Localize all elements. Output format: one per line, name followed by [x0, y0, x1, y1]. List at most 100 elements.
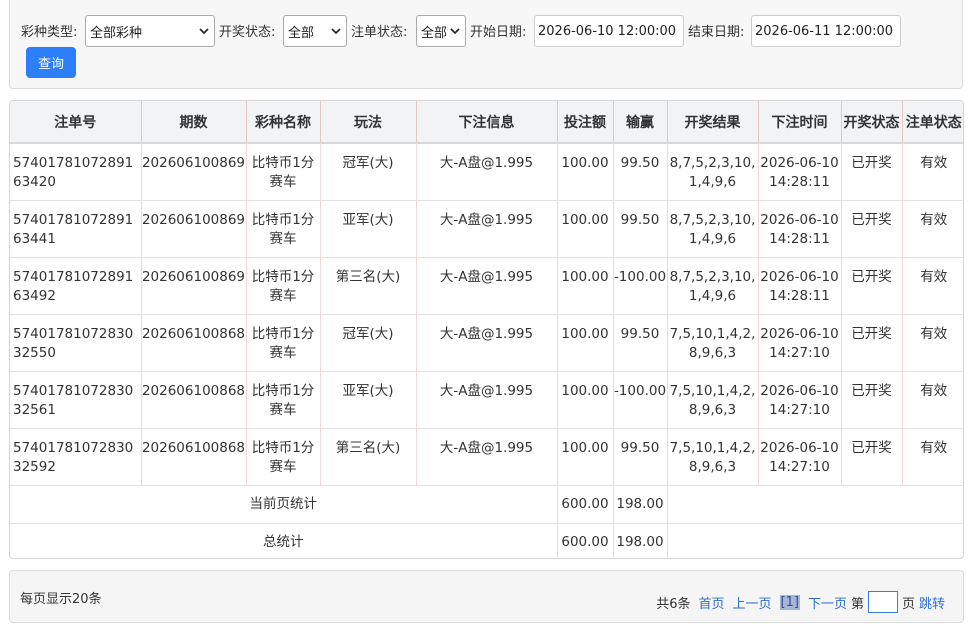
current-page[interactable]: [1]	[779, 594, 800, 610]
lottery-name: 比特币1分赛车	[246, 428, 321, 486]
win-loss: -100.00	[613, 257, 668, 315]
play: 第三名(大)	[320, 428, 417, 486]
bet-info: 大-A盘@1.995	[416, 428, 558, 486]
end-date-input[interactable]: 2026-06-11 12:00:00	[751, 15, 901, 47]
bet-info: 大-A盘@1.995	[416, 371, 558, 429]
page-total-label: 当前页统计	[10, 485, 558, 524]
chevron-down-icon	[331, 28, 341, 35]
table-row: 5740178107283032550 202606100868 比特币1分赛车…	[10, 314, 963, 372]
bet-time: 2026-06-10 14:28:11	[758, 143, 842, 201]
first-page-link[interactable]: 首页	[698, 593, 724, 612]
issue: 202606100868	[141, 371, 247, 429]
issue: 202606100868	[141, 428, 247, 486]
draw-result: 8,7,5,2,3,10,1,4,9,6	[667, 257, 759, 315]
bet-time: 2026-06-10 14:27:10	[758, 314, 842, 372]
grand-total-empty	[667, 523, 963, 558]
amount: 100.00	[557, 200, 614, 258]
order-status: 有效	[902, 371, 963, 429]
bet-time: 2026-06-10 14:27:10	[758, 371, 842, 429]
play: 亚军(大)	[320, 200, 417, 258]
order-no: 5740178107289163492	[10, 257, 142, 315]
draw-status: 已开奖	[841, 428, 903, 486]
play: 冠军(大)	[320, 143, 417, 201]
amount: 100.00	[557, 257, 614, 315]
play: 冠军(大)	[320, 314, 417, 372]
page-total-row: 当前页统计 600.00 198.00	[10, 485, 963, 524]
lottery-type-select[interactable]: 全部彩种	[85, 15, 215, 47]
page-total-win-loss: 198.00	[613, 485, 668, 524]
grand-total-win-loss: 198.00	[613, 523, 668, 558]
order-status: 有效	[902, 143, 963, 201]
draw-status-label: 开奖状态:	[219, 25, 276, 40]
goto-prefix: 第	[850, 596, 864, 612]
order-no: 5740178107283032550	[10, 314, 142, 372]
bet-info: 大-A盘@1.995	[416, 257, 558, 315]
prev-page-link[interactable]: 上一页	[733, 593, 772, 612]
draw-status: 已开奖	[841, 314, 903, 372]
order-status: 有效	[902, 200, 963, 258]
win-loss: 99.50	[613, 200, 668, 258]
bet-info: 大-A盘@1.995	[416, 314, 558, 372]
query-button[interactable]: 查询	[26, 47, 76, 78]
bet-time: 2026-06-10 14:28:11	[758, 257, 842, 315]
start-date-label: 开始日期:	[470, 25, 527, 40]
table-row: 5740178107289163420 202606100869 比特币1分赛车…	[10, 143, 963, 201]
grand-total-label: 总统计	[10, 523, 558, 558]
draw-result: 8,7,5,2,3,10,1,4,9,6	[667, 200, 759, 258]
col-amount: 投注额	[557, 101, 614, 144]
draw-status: 已开奖	[841, 200, 903, 258]
goto-page-input[interactable]	[867, 591, 898, 613]
table-header-row: 注单号 期数 彩种名称 玩法 下注信息 投注额 输赢 开奖结果 下注时间 开奖状…	[10, 101, 963, 144]
col-bet-time: 下注时间	[758, 101, 842, 144]
bet-time: 2026-06-10 14:27:10	[758, 428, 842, 486]
chevron-down-icon	[199, 28, 209, 35]
chevron-down-icon	[450, 28, 460, 35]
lottery-name: 比特币1分赛车	[246, 371, 321, 429]
order-no: 5740178107283032561	[10, 371, 142, 429]
pagination-footer: 每页显示20条 共6条 首页 上一页 [1] 下一页 第 页 跳转	[9, 570, 964, 623]
col-play: 玩法	[320, 101, 417, 144]
amount: 100.00	[557, 428, 614, 486]
table-row: 5740178107289163441 202606100869 比特币1分赛车…	[10, 200, 963, 258]
lottery-name: 比特币1分赛车	[246, 257, 321, 315]
win-loss: 99.50	[613, 314, 668, 372]
table-row: 5740178107289163492 202606100869 比特币1分赛车…	[10, 257, 963, 315]
lottery-name: 比特币1分赛车	[246, 314, 321, 372]
issue: 202606100868	[141, 314, 247, 372]
play: 亚军(大)	[320, 371, 417, 429]
order-status: 有效	[902, 428, 963, 486]
order-status-select[interactable]: 全部	[416, 15, 466, 47]
order-status: 有效	[902, 314, 963, 372]
bet-records-table: 注单号 期数 彩种名称 玩法 下注信息 投注额 输赢 开奖结果 下注时间 开奖状…	[9, 100, 964, 559]
lottery-type-value: 全部彩种	[90, 25, 143, 41]
end-date-label: 结束日期:	[688, 25, 745, 40]
col-result: 开奖结果	[667, 101, 759, 144]
jump-link[interactable]: 跳转	[919, 593, 945, 612]
start-date-input[interactable]: 2026-06-10 12:00:00	[534, 15, 684, 47]
draw-status-select[interactable]: 全部	[283, 15, 347, 47]
table-row: 5740178107283032592 202606100868 比特币1分赛车…	[10, 428, 963, 486]
amount: 100.00	[557, 143, 614, 201]
order-no: 5740178107289163420	[10, 143, 142, 201]
goto-suffix: 页	[901, 596, 915, 612]
draw-result: 7,5,10,1,4,2,8,9,6,3	[667, 371, 759, 429]
next-page-link[interactable]: 下一页	[808, 593, 847, 612]
col-order-no: 注单号	[10, 101, 142, 144]
filter-panel: 彩种类型: 全部彩种 开奖状态: 全部 注单状态: 全部 开始日期: 2026-…	[9, 0, 963, 89]
draw-status: 已开奖	[841, 257, 903, 315]
play: 第三名(大)	[320, 257, 417, 315]
order-status: 有效	[902, 257, 963, 315]
amount: 100.00	[557, 371, 614, 429]
draw-result: 8,7,5,2,3,10,1,4,9,6	[667, 143, 759, 201]
win-loss: 99.50	[613, 428, 668, 486]
order-no: 5740178107289163441	[10, 200, 142, 258]
bet-info: 大-A盘@1.995	[416, 143, 558, 201]
lottery-type-label: 彩种类型:	[21, 25, 78, 40]
win-loss: 99.50	[613, 143, 668, 201]
amount: 100.00	[557, 314, 614, 372]
draw-status: 已开奖	[841, 371, 903, 429]
total-count: 共6条	[656, 596, 691, 612]
grand-total-amount: 600.00	[557, 523, 614, 558]
col-win-loss: 输赢	[613, 101, 668, 144]
issue: 202606100869	[141, 143, 247, 201]
